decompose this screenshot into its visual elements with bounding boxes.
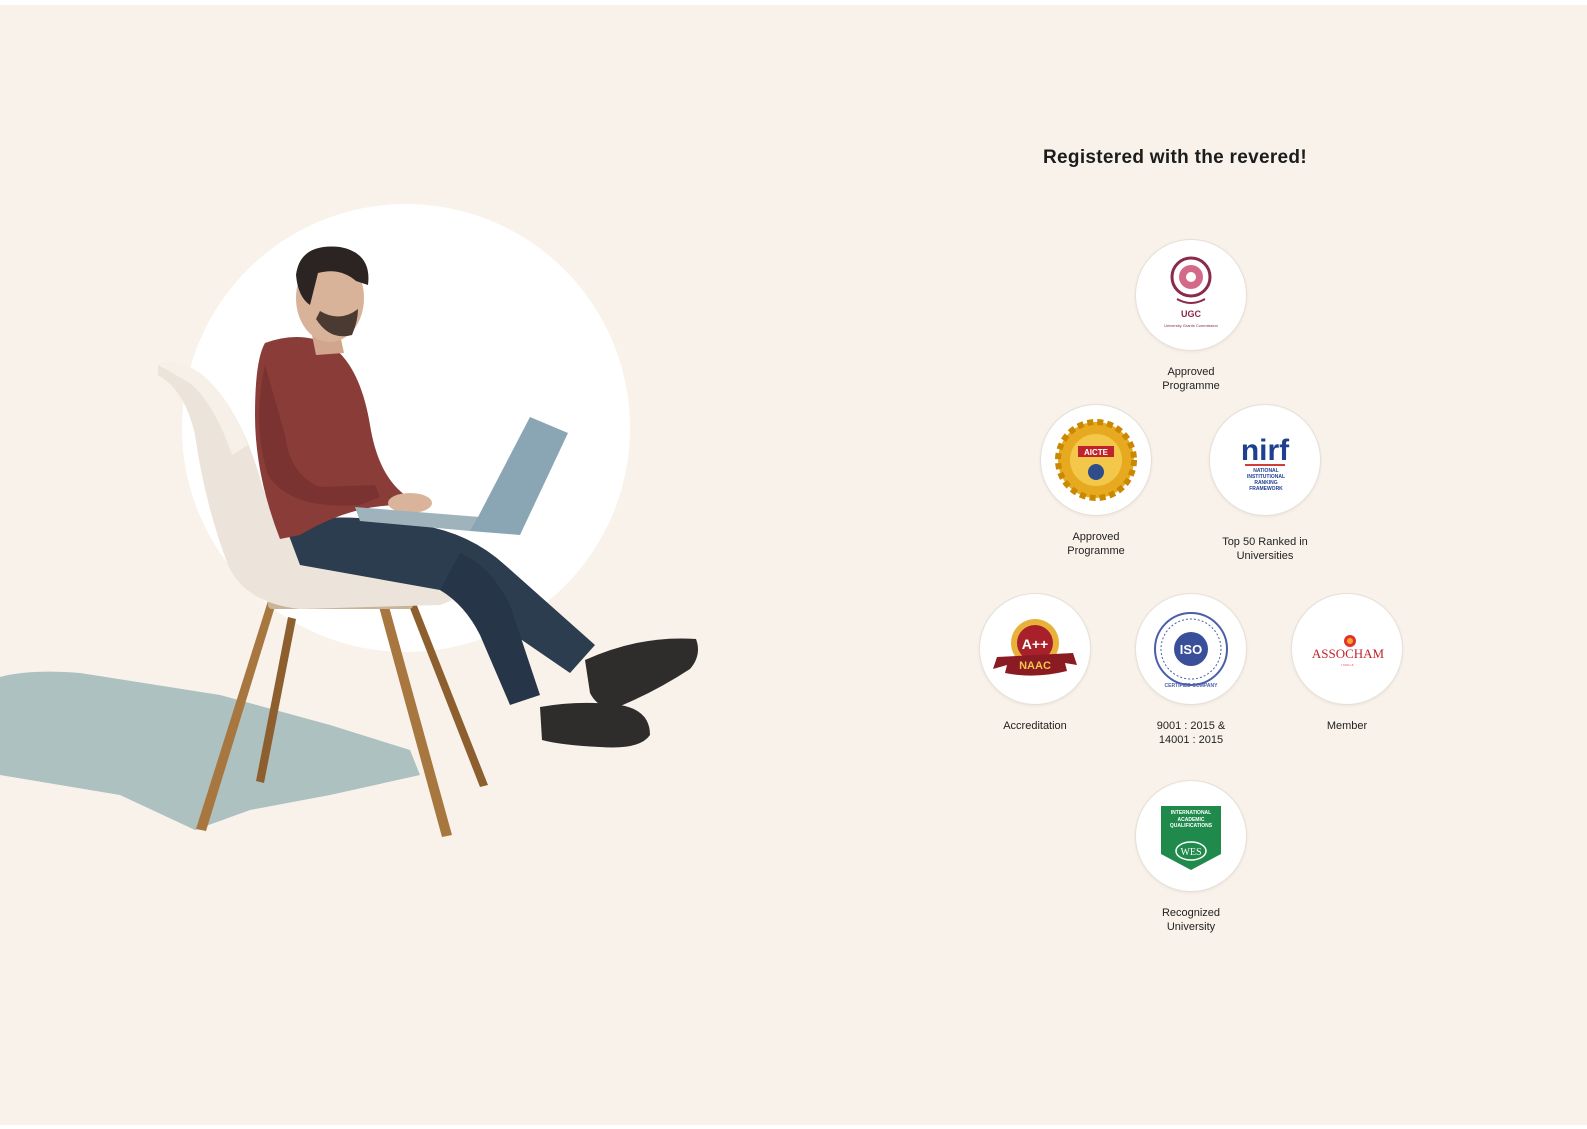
ugc-logo: UGC University Grants Commission [1135,239,1247,351]
wes-logo-text: INTERNATIONAL ACADEMIC QUALIFICATIONS [1169,810,1213,829]
nirf-logo-subtext: NATIONAL INSTITUTIONAL RANKING FRAMEWORK [1246,468,1286,492]
accreditation-wes: INTERNATIONAL ACADEMIC QUALIFICATIONS WE… [1106,780,1276,934]
ugc-logo-text: UGC [1181,309,1202,319]
aicte-caption: Approved Programme [1067,531,1125,557]
nirf-caption: Top 50 Ranked in Universities [1222,536,1308,562]
hero-illustration [0,5,760,1125]
accreditation-assocham: ASSOCHAM INDIA Member [1262,593,1432,733]
page: Registered with the revered! UGC Univers… [0,5,1587,1125]
assocham-caption: Member [1326,720,1368,732]
iso-logo: ISO CERTIFIED COMPANY [1135,593,1247,705]
assocham-logo-subtext: INDIA [1341,663,1354,667]
assocham-logo: ASSOCHAM INDIA [1291,593,1403,705]
assocham-logo-text: ASSOCHAM [1312,646,1385,661]
aicte-logo: AICTE [1040,404,1152,516]
section-heading: Registered with the revered! [1043,147,1307,168]
accreditation-nirf: nirf NATIONAL INSTITUTIONAL RANKING FRAM… [1180,404,1350,563]
accreditation-aicte: AICTE Approved Programme [1011,404,1181,558]
aicte-logo-text: AICTE [1084,448,1109,457]
nirf-logo-text: nirf [1241,434,1290,467]
ugc-caption: Approved Programme [1162,366,1220,392]
accreditation-naac: A++ NAAC Accreditation [950,593,1120,733]
iso-caption: 9001 : 2015 & 14001 : 2015 [1156,720,1226,746]
naac-logo-subtext: NAAC [1019,660,1051,672]
accreditation-iso: ISO CERTIFIED COMPANY 9001 : 2015 & 1400… [1106,593,1276,747]
naac-logo: A++ NAAC [979,593,1091,705]
wes-logo-subtext: WES [1180,847,1201,858]
naac-logo-text: A++ [1022,636,1048,652]
person-on-chair-image [0,204,698,837]
iso-logo-text: ISO [1180,642,1202,657]
accreditation-ugc: UGC University Grants Commission Approve… [1106,239,1276,393]
wes-caption: Recognized University [1161,907,1221,933]
wes-logo: INTERNATIONAL ACADEMIC QUALIFICATIONS WE… [1135,780,1247,892]
naac-caption: Accreditation [1003,720,1067,732]
nirf-logo: nirf NATIONAL INSTITUTIONAL RANKING FRAM… [1209,404,1321,516]
ugc-logo-subtext: University Grants Commission [1164,323,1218,328]
iso-logo-subtext: CERTIFIED COMPANY [1164,683,1218,689]
